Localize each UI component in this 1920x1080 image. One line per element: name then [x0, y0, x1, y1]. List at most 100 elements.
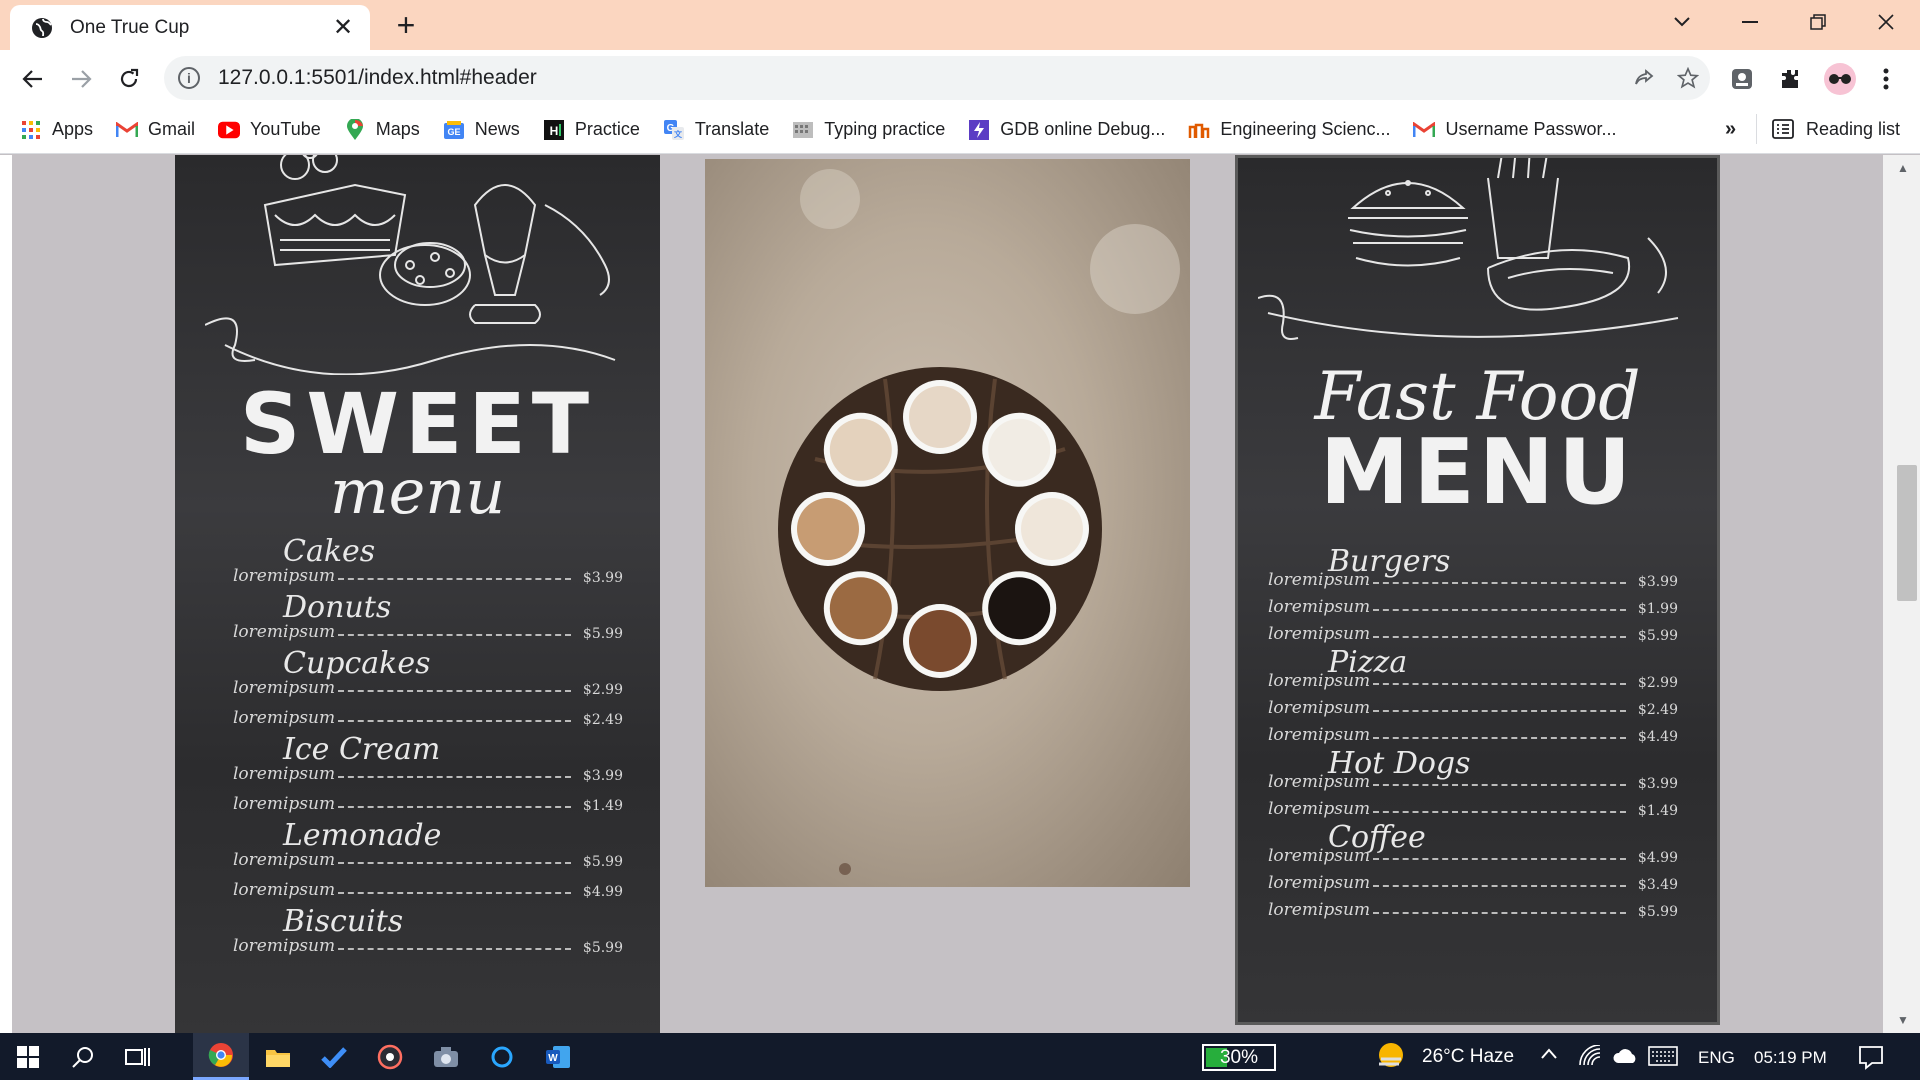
menu-item-name: loremipsum — [233, 880, 336, 900]
bookmark-star-icon[interactable] — [1666, 67, 1710, 89]
media-player-icon[interactable] — [362, 1033, 418, 1080]
menu-item-price: $2.99 — [582, 682, 623, 698]
reading-list-button[interactable]: Reading list — [1772, 114, 1900, 144]
share-icon[interactable] — [1622, 67, 1666, 89]
bookmark-apps[interactable]: Apps — [20, 119, 93, 141]
bookmark-typing-practice[interactable]: Typing practice — [792, 119, 945, 141]
battery-indicator[interactable]: 30% — [1202, 1044, 1276, 1071]
close-window-button[interactable] — [1852, 0, 1920, 44]
task-view-icon[interactable] — [110, 1033, 166, 1080]
coffee-cups-photo — [705, 159, 1190, 887]
profile-avatar[interactable] — [1822, 61, 1858, 97]
scroll-down-arrow-icon[interactable]: ▼ — [1897, 1013, 1909, 1027]
menu-item-price: $4.99 — [1637, 850, 1678, 866]
tray-chevron-up-icon[interactable] — [1540, 1047, 1558, 1061]
todo-check-icon[interactable] — [306, 1033, 362, 1080]
menu-item-price: $1.49 — [1637, 803, 1678, 819]
menu-row: loremipsum $5.99 — [233, 622, 623, 642]
menu-row: loremipsum $4.99 — [1268, 846, 1678, 866]
menu-dotted-leader — [338, 634, 571, 636]
sweet-menu-image: SWEET menu Cakes loremipsum $3.99 Donuts lor… — [175, 155, 660, 1033]
forward-button[interactable] — [66, 64, 96, 94]
bookmark-engineering[interactable]: Engineering Scienc... — [1188, 119, 1390, 141]
word-icon[interactable]: W — [530, 1033, 586, 1080]
menu-item-price: $4.99 — [582, 884, 623, 900]
menu-item-name: loremipsum — [1268, 570, 1371, 590]
reload-button[interactable] — [114, 64, 144, 94]
file-explorer-icon[interactable] — [250, 1033, 306, 1080]
menu-row: loremipsum $3.99 — [1268, 570, 1678, 590]
address-bar[interactable]: i 127.0.0.1:5501/index.html#header — [164, 56, 1710, 100]
keyboard-icon[interactable] — [1648, 1045, 1678, 1067]
menu-dotted-leader — [338, 806, 571, 808]
reading-list-icon — [1772, 119, 1794, 139]
camera-icon[interactable] — [418, 1033, 474, 1080]
menu-section-title: Cakes — [283, 534, 376, 569]
tab-search-chevron-icon[interactable] — [1648, 0, 1716, 44]
menu-item-price: $3.99 — [1637, 776, 1678, 792]
close-tab-icon[interactable]: ✕ — [330, 14, 356, 41]
menu-item-price: $5.99 — [582, 854, 623, 870]
onedrive-cloud-icon[interactable] — [1612, 1045, 1638, 1067]
menu-item-name: loremipsum — [233, 678, 336, 698]
bookmark-translate[interactable]: G文 Translate — [663, 119, 769, 141]
menu-item-price: $3.99 — [582, 768, 623, 784]
maps-pin-icon — [344, 118, 366, 141]
bookmark-label: News — [474, 119, 520, 139]
bookmark-label: Engineering Scienc... — [1220, 119, 1391, 139]
coffee-liquid — [829, 418, 892, 481]
extension-icon[interactable] — [1726, 63, 1758, 95]
bookmark-youtube[interactable]: YouTube — [218, 119, 321, 141]
bookmark-gmail[interactable]: Gmail — [116, 119, 195, 141]
chrome-menu-icon[interactable] — [1870, 63, 1902, 95]
browser-tab[interactable]: One True Cup ✕ — [10, 5, 370, 50]
fast-food-menu-image: Fast Food MENU Burgers loremipsum $3.99 lor… — [1235, 155, 1720, 1025]
svg-text:文: 文 — [674, 129, 683, 139]
menu-dotted-leader — [1373, 710, 1626, 712]
language-indicator[interactable]: ENG — [1698, 1048, 1735, 1068]
menu-dotted-leader — [1373, 737, 1626, 739]
youtube-icon — [218, 119, 241, 141]
menu-item-price: $2.99 — [1637, 675, 1678, 691]
windows-start-icon[interactable] — [0, 1033, 56, 1080]
menu-dotted-leader — [338, 720, 571, 722]
engineering-icon — [1188, 119, 1210, 141]
hackerrank-icon: H — [543, 119, 565, 141]
page-viewport[interactable]: SWEET menu Cakes loremipsum $3.99 Donuts lor… — [0, 155, 1920, 1033]
site-info-icon[interactable]: i — [178, 67, 200, 89]
url-text[interactable]: 127.0.0.1:5501/index.html#header — [218, 66, 1622, 90]
wifi-icon[interactable] — [1578, 1045, 1602, 1067]
bookmark-label: Translate — [694, 119, 770, 139]
bookmarks-overflow-button[interactable]: » — [1725, 118, 1736, 141]
gmail-icon — [1413, 119, 1436, 141]
back-button[interactable] — [18, 64, 48, 94]
menu-row: loremipsum $5.99 — [1268, 900, 1678, 920]
new-tab-button[interactable]: + — [392, 9, 420, 41]
restore-button[interactable] — [1784, 0, 1852, 44]
menu-section-title: Cupcakes — [283, 646, 431, 681]
menu-item-name: loremipsum — [1268, 597, 1371, 617]
burger-fries-doodle-icon — [1258, 158, 1679, 340]
bookmark-gdb[interactable]: GDB online Debug... — [968, 119, 1165, 141]
bookmark-practice[interactable]: H Practice — [543, 119, 640, 141]
menu-row: loremipsum $1.49 — [233, 794, 623, 814]
bookmark-news[interactable]: GE News — [443, 119, 520, 141]
menu-dotted-leader — [338, 690, 571, 692]
scrollbar-thumb[interactable] — [1897, 465, 1917, 601]
bookmark-username-password[interactable]: Username Passwor... — [1413, 119, 1617, 141]
notification-center-icon[interactable] — [1858, 1044, 1884, 1070]
bookmark-label: Maps — [375, 119, 420, 139]
bookmark-label: GDB online Debug... — [1000, 119, 1166, 139]
search-icon[interactable] — [55, 1033, 111, 1080]
chrome-taskbar-icon[interactable] — [193, 1033, 249, 1080]
scroll-up-arrow-icon[interactable]: ▲ — [1897, 161, 1909, 175]
minimize-button[interactable] — [1716, 0, 1784, 44]
bookmark-maps[interactable]: Maps — [344, 118, 420, 141]
clock-time[interactable]: 05:19 PM — [1754, 1048, 1827, 1068]
extensions-puzzle-icon[interactable] — [1774, 63, 1806, 95]
sweet-menu-subheading: menu — [329, 455, 506, 528]
cortana-icon[interactable] — [474, 1033, 530, 1080]
weather-text[interactable]: 26°C Haze — [1422, 1046, 1514, 1068]
weather-haze-icon[interactable] — [1375, 1041, 1407, 1071]
window-controls — [1648, 0, 1920, 44]
